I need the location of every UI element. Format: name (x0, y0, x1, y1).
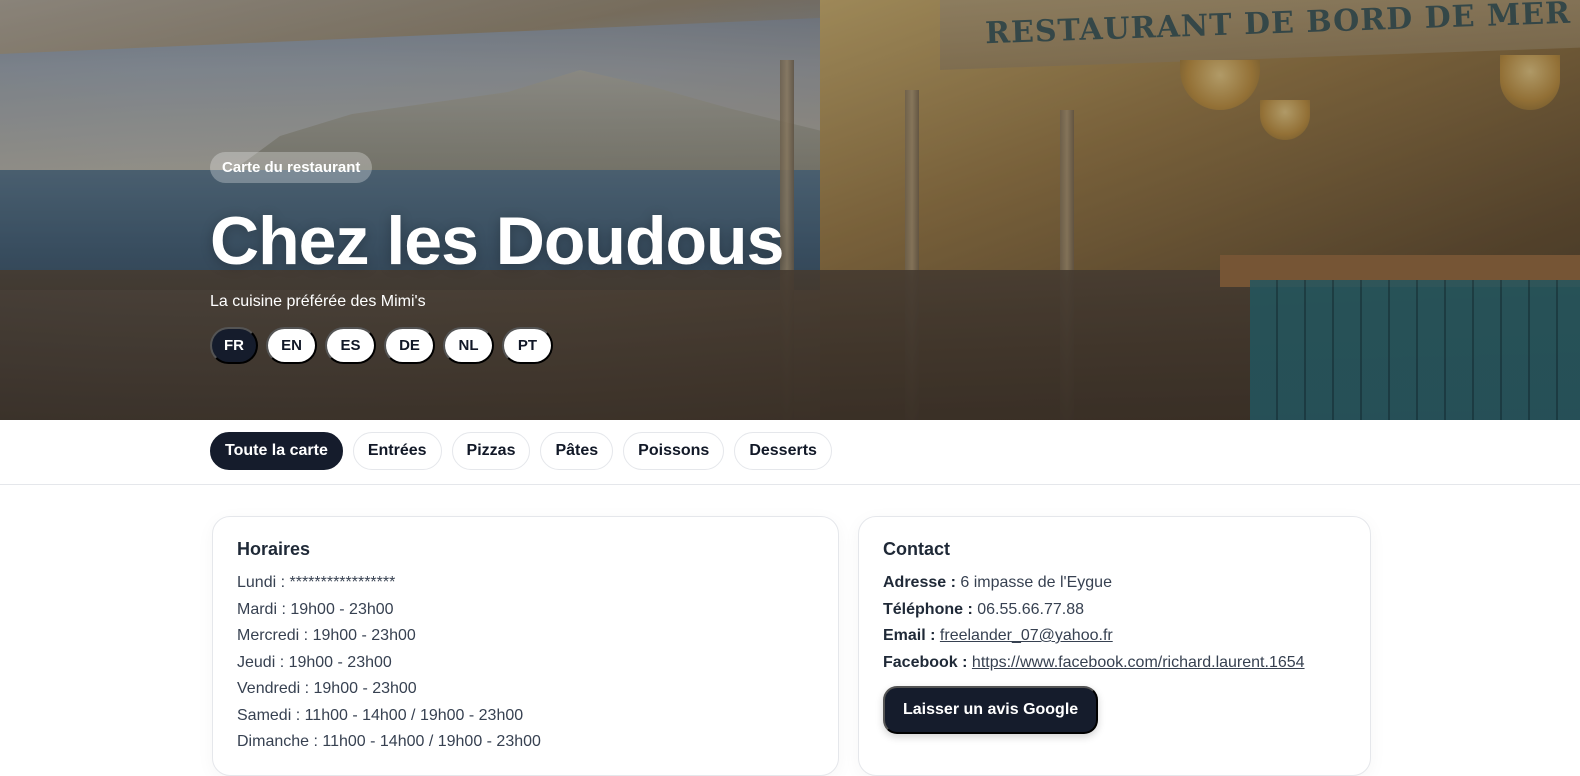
tab-entrees[interactable]: Entrées (352, 432, 442, 470)
restaurant-title: Chez les Doudous (210, 203, 784, 279)
email-link[interactable]: freelander_07@yahoo.fr (940, 627, 1113, 644)
hours-row-sunday: Dimanche : 11h00 - 14h00 / 19h00 - 23h00 (237, 733, 541, 750)
hours-card: Horaires Lundi : ***************** Mardi… (212, 516, 839, 776)
language-button-nl[interactable]: NL (443, 327, 494, 364)
google-review-button[interactable]: Laisser un avis Google (883, 686, 1099, 734)
email-label: Email : (883, 627, 936, 644)
facebook-label: Facebook : (883, 653, 968, 671)
language-button-en[interactable]: EN (266, 327, 317, 364)
hours-title: Horaires (237, 539, 311, 559)
tab-poissons[interactable]: Poissons (623, 432, 725, 470)
tab-toute-la-carte[interactable]: Toute la carte (210, 432, 343, 470)
contact-card: Contact Adresse : 6 impasse de l'Eygue T… (858, 516, 1371, 776)
restaurant-subtitle: La cuisine préférée des Mimi's (210, 293, 426, 310)
category-nav: Toute la carte Entrées Pizzas Pâtes Pois… (0, 420, 1580, 485)
hours-row-friday: Vendredi : 19h00 - 23h00 (237, 680, 417, 697)
contact-address-row: Adresse : 6 impasse de l'Eygue (883, 570, 1346, 597)
contact-title: Contact (883, 539, 950, 559)
language-switcher: FR EN ES DE NL PT (210, 327, 783, 364)
hours-row-tuesday: Mardi : 19h00 - 23h00 (237, 600, 394, 618)
address-value: 6 impasse de l'Eygue (960, 574, 1112, 591)
contact-phone-row: Téléphone : 06.55.66.77.88 (883, 597, 1346, 624)
contact-email-row: Email : freelander_07@yahoo.fr (883, 623, 1346, 650)
tab-pizzas[interactable]: Pizzas (451, 432, 531, 470)
hours-row-monday: Lundi : ***************** (237, 574, 396, 591)
tab-pates[interactable]: Pâtes (540, 432, 614, 470)
hero-banner: RESTAURANT DE BORD DE MER Carte du resta… (0, 0, 1580, 420)
language-button-de[interactable]: DE (384, 327, 435, 364)
language-button-es[interactable]: ES (325, 327, 376, 364)
language-button-pt[interactable]: PT (502, 327, 553, 364)
tab-desserts[interactable]: Desserts (734, 432, 832, 470)
language-button-fr[interactable]: FR (210, 327, 258, 364)
address-label: Adresse : (883, 574, 956, 591)
facebook-link[interactable]: https://www.facebook.com/richard.laurent… (972, 654, 1305, 671)
contact-facebook-row: Facebook : https://www.facebook.com/rich… (883, 650, 1346, 677)
hours-row-saturday: Samedi : 11h00 - 14h00 / 19h00 - 23h00 (237, 706, 524, 724)
category-tabs: Toute la carte Entrées Pizzas Pâtes Pois… (210, 432, 832, 470)
hours-row-thursday: Jeudi : 19h00 - 23h00 (237, 653, 392, 671)
hero-content: Carte du restaurant Chez les Doudous La … (210, 152, 784, 364)
phone-value: 06.55.66.77.88 (977, 600, 1084, 618)
phone-label: Téléphone : (883, 600, 973, 618)
menu-chip: Carte du restaurant (210, 152, 373, 183)
hours-row-wednesday: Mercredi : 19h00 - 23h00 (237, 627, 416, 644)
